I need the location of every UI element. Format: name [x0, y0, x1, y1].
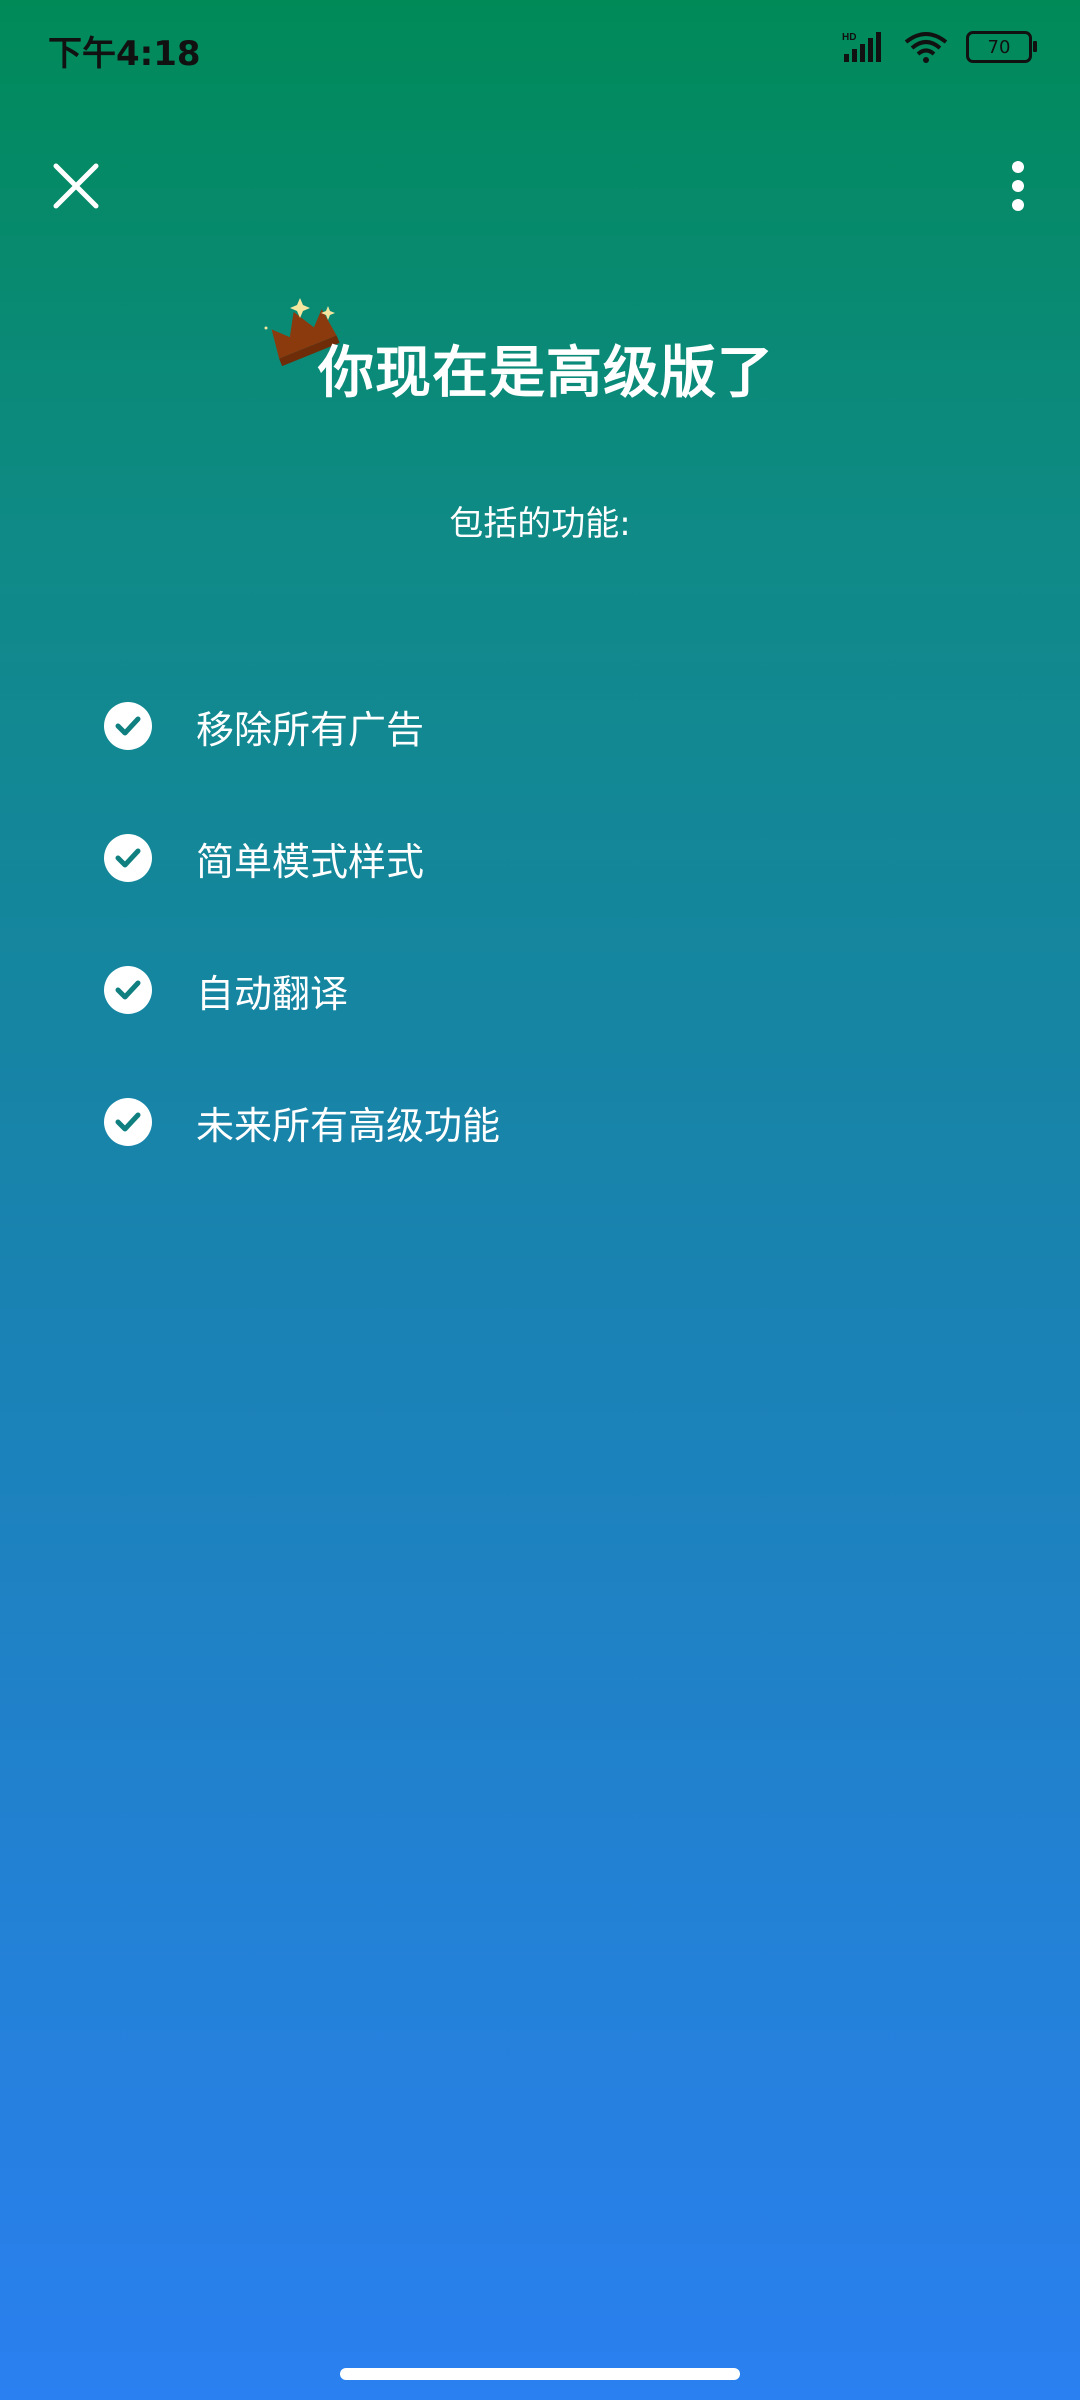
battery-indicator: 70: [966, 31, 1037, 63]
close-icon[interactable]: [50, 160, 102, 212]
feature-label: 未来所有高级功能: [196, 1103, 501, 1148]
feature-label: 简单模式样式: [196, 839, 425, 884]
status-bar: 下午4:18 HD 70: [0, 0, 1080, 100]
status-icons: HD 70: [842, 30, 1037, 64]
feature-item: 未来所有高级功能: [104, 1056, 1000, 1188]
feature-item: 自动翻译: [104, 924, 1000, 1056]
signal-icon: HD: [842, 32, 881, 62]
title-row: 你现在是高级版了: [0, 290, 1080, 410]
home-indicator[interactable]: [340, 2368, 740, 2380]
feature-label: 自动翻译: [196, 971, 349, 1016]
feature-item: 简单模式样式: [104, 792, 1000, 924]
battery-level: 70: [987, 36, 1011, 58]
features-list: 移除所有广告 简单模式样式 自动翻译 未来所有高级功能: [104, 660, 1000, 1188]
check-circle-icon: [104, 702, 152, 750]
features-subtitle: 包括的功能:: [449, 504, 631, 544]
feature-item: 移除所有广告: [104, 660, 1000, 792]
feature-label: 移除所有广告: [196, 707, 425, 752]
status-time: 下午4:18: [48, 34, 201, 74]
wifi-icon: [904, 32, 948, 63]
network-label: HD: [842, 32, 856, 43]
top-bar: [0, 145, 1080, 225]
check-circle-icon: [104, 966, 152, 1014]
check-circle-icon: [104, 834, 152, 882]
more-vertical-icon[interactable]: [1006, 159, 1030, 213]
check-circle-icon: [104, 1098, 152, 1146]
page-title: 你现在是高级版了: [318, 341, 774, 406]
